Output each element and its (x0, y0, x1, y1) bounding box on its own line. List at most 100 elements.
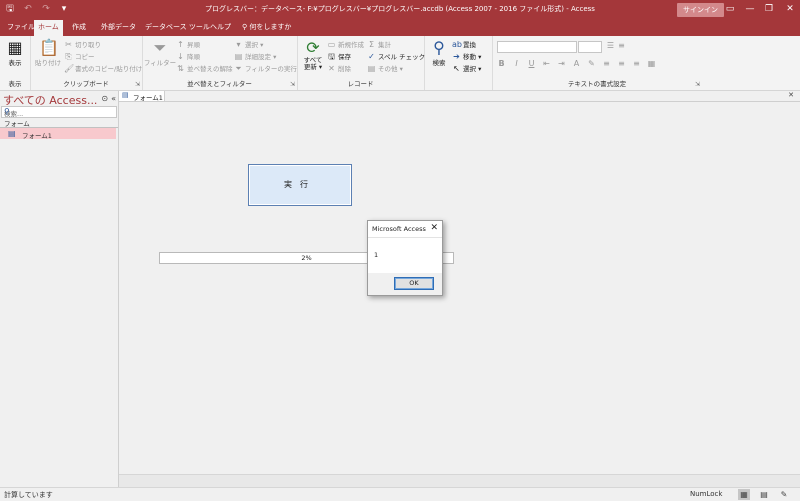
dialog-title-bar[interactable]: Microsoft Access ✕ (368, 221, 442, 238)
gridlines-icon[interactable]: ▦ (647, 59, 656, 68)
group-records: ⟳ すべて 更新 ▾ ▭ 新規作成 🖫 保存 ✕ 削除 Σ 集計 ✓ スペル チェック ▤… (297, 36, 425, 90)
advanced-button[interactable]: ▤ 詳細設定 ▾ (234, 51, 277, 62)
new-record-button[interactable]: ▭ 新規作成 (327, 39, 364, 50)
dialog-title: Microsoft Access (372, 225, 426, 233)
search-icon[interactable]: ⚲ (4, 107, 115, 116)
totals-button[interactable]: Σ 集計 (367, 39, 391, 50)
copy-label: コピー (75, 53, 95, 61)
spelling-button[interactable]: ✓ スペル チェック (367, 51, 426, 62)
remove-sort-button[interactable]: ⇅ 並べ替えの解除 (176, 63, 233, 74)
nav-item-form1[interactable]: ▤ フォーム1 (0, 128, 116, 140)
nav-section-forms[interactable]: フォーム (0, 118, 118, 128)
numbering-icon[interactable]: ≡ (617, 41, 626, 50)
advanced-label: 詳細設定 ▾ (245, 53, 277, 61)
design-view-icon[interactable]: ✎ (778, 489, 790, 500)
find-button[interactable]: ⚲ 検索 (427, 39, 451, 68)
clipboard-launcher-icon[interactable]: ⇲ (135, 81, 140, 88)
dialog-close-icon[interactable]: ✕ (430, 223, 438, 233)
view-label: 表示 (8, 59, 22, 67)
filter-button[interactable]: ⏷ フィルター (144, 39, 176, 68)
tab-form1[interactable]: ▤ フォーム1 (119, 91, 165, 102)
highlight-icon[interactable]: ✎ (587, 59, 596, 68)
align-left-icon[interactable]: ≡ (602, 59, 611, 68)
group-view: ▦ 表示 表示 (0, 36, 31, 90)
tab-home[interactable]: ホーム (34, 20, 63, 36)
more-button[interactable]: ▤ その他 ▾ (367, 63, 403, 74)
close-button[interactable]: ✕ (778, 2, 800, 16)
new-record-label: 新規作成 (338, 41, 364, 49)
selection-label: 選択 ▾ (245, 41, 264, 49)
align-center-icon[interactable]: ≡ (617, 59, 626, 68)
document-area: ▤ フォーム1 ✕ 実行 2% (119, 91, 800, 487)
redo-icon[interactable]: ↷ (40, 3, 52, 15)
save-icon[interactable]: 🖫 (4, 3, 16, 15)
remove-sort-icon: ⇅ (177, 63, 184, 73)
select-button[interactable]: ↖ 選択 ▾ (452, 63, 481, 74)
bold-icon[interactable]: B (497, 59, 506, 68)
signin-button[interactable]: サインイン (677, 3, 724, 17)
font-color-icon[interactable]: A (572, 59, 581, 68)
bullets-icon[interactable]: ☰ (606, 41, 615, 50)
refresh-all-button[interactable]: ⟳ すべて 更新 ▾ (300, 39, 326, 71)
form-body: 実行 2% (119, 102, 800, 474)
copy-button[interactable]: ⎘ コピー (64, 51, 95, 62)
italic-icon[interactable]: I (512, 59, 521, 68)
more-icon: ▤ (367, 63, 376, 73)
paste-label: 貼り付け (35, 59, 61, 67)
format-painter-button[interactable]: 🖌 書式のコピー/貼り付け (64, 63, 142, 74)
refresh-label: すべて 更新 ▾ (303, 56, 323, 71)
indent-icon[interactable]: ⇤ (542, 59, 551, 68)
save-record-icon: 🖫 (328, 51, 335, 61)
replace-button[interactable]: ab 置換 (452, 39, 476, 50)
underline-icon[interactable]: U (527, 59, 536, 68)
sort-filter-launcher-icon[interactable]: ⇲ (290, 81, 295, 88)
toggle-filter-button[interactable]: ⏷ フィルターの実行 (234, 63, 297, 74)
nav-search-input[interactable]: 検索... ⚲ (1, 106, 117, 118)
ok-button[interactable]: OK (394, 277, 434, 290)
list-buttons: ☰ ≡ (606, 41, 626, 50)
tab-database-tools[interactable]: データベース ツール (141, 20, 214, 36)
save-record-label: 保存 (338, 53, 351, 61)
font-name-combo[interactable] (497, 41, 577, 53)
horizontal-scrollbar[interactable] (119, 474, 800, 487)
arrow-right-icon: ➔ (453, 51, 460, 61)
view-button[interactable]: ▦ 表示 (2, 39, 28, 68)
sort-descending-icon: ↓ (177, 51, 184, 61)
dialog-footer: OK (368, 273, 442, 295)
navigation-pane: すべての Access... ⊙ « 検索... ⚲ フォーム ▤ フォーム1 (0, 91, 119, 487)
layout-view-icon[interactable]: ▤ (758, 489, 770, 500)
form-view-icon[interactable]: ▦ (738, 489, 750, 500)
tab-create[interactable]: 作成 (68, 20, 90, 36)
paste-button[interactable]: 📋 貼り付け (34, 39, 62, 68)
nav-menu-icon[interactable]: ⊙ (101, 94, 108, 103)
nav-pane-controls: ⊙ « (101, 94, 116, 103)
descending-button[interactable]: ↓ 降順 (176, 51, 200, 62)
cursor-icon: ↖ (453, 63, 460, 73)
text-format-launcher-icon[interactable]: ⇲ (695, 81, 700, 88)
font-size-combo[interactable] (578, 41, 602, 53)
goto-button[interactable]: ➔ 移動 ▾ (452, 51, 481, 62)
close-document-icon[interactable]: ✕ (788, 91, 794, 99)
shutter-bar-icon[interactable]: « (111, 94, 116, 103)
title-bar: 🖫 ↶ ↷ ▾ プログレスバー：データベース- F:¥プログレスバー¥プログレス… (0, 0, 800, 19)
message-dialog: Microsoft Access ✕ 1 OK (367, 220, 443, 296)
group-clipboard: 📋 貼り付け ✂ 切り取り ⎘ コピー 🖌 書式のコピー/貼り付け クリップボード ⇲ (30, 36, 143, 90)
customize-qat-icon[interactable]: ▾ (58, 3, 70, 15)
run-button[interactable]: 実行 (248, 164, 352, 206)
spelling-label: スペル チェック (378, 53, 426, 61)
remove-sort-label: 並べ替えの解除 (187, 65, 233, 73)
selection-button[interactable]: ▾ 選択 ▾ (234, 39, 264, 50)
ascending-button[interactable]: ↑ 昇順 (176, 39, 200, 50)
tell-me-search[interactable]: ⚲ 何をしますか (242, 20, 291, 36)
tab-help[interactable]: ヘルプ (206, 20, 235, 36)
outdent-icon[interactable]: ⇥ (557, 59, 566, 68)
cut-button[interactable]: ✂ 切り取り (64, 39, 101, 50)
save-record-button[interactable]: 🖫 保存 (327, 51, 351, 62)
undo-icon[interactable]: ↶ (22, 3, 34, 15)
group-label-sort-filter: 並べ替えとフィルター (187, 80, 252, 88)
status-bar: 計算しています NumLock ▦ ▤ ✎ (0, 487, 800, 501)
numlock-indicator: NumLock (690, 490, 723, 498)
align-right-icon[interactable]: ≡ (632, 59, 641, 68)
delete-record-button[interactable]: ✕ 削除 (327, 63, 351, 74)
tab-external-data[interactable]: 外部データ (97, 20, 140, 36)
